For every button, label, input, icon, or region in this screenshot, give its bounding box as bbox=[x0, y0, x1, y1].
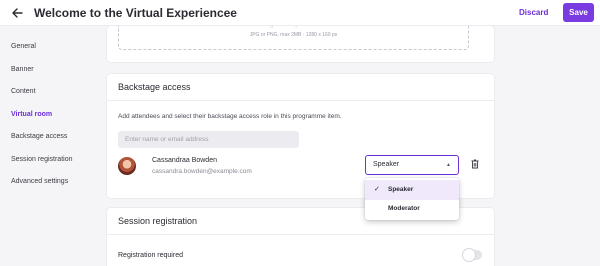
trash-icon[interactable] bbox=[469, 157, 481, 171]
role-option-label: Speaker bbox=[388, 186, 414, 193]
check-icon: ✓ bbox=[374, 186, 380, 193]
sidebar-nav: General Banner Content Virtual room Back… bbox=[0, 26, 100, 266]
attendee-name: Cassandraa Bowden bbox=[152, 157, 217, 164]
card-header: Backstage access bbox=[107, 74, 494, 101]
sidebar-item-virtual-room[interactable]: Virtual room bbox=[11, 111, 52, 118]
page-title: Welcome to the Virtual Experiencee bbox=[34, 6, 237, 20]
sidebar-item-session-registration[interactable]: Session registration bbox=[11, 156, 72, 163]
sidebar-item-advanced-settings[interactable]: Advanced settings bbox=[11, 178, 68, 185]
discard-button[interactable]: Discard bbox=[519, 8, 548, 17]
role-dropdown-menu: ✓ Speaker Moderator bbox=[365, 178, 459, 220]
image-dropzone[interactable]: Drag and drop or browse JPG or PNG, max … bbox=[118, 22, 469, 50]
top-bar: Welcome to the Virtual Experiencee Disca… bbox=[0, 0, 600, 26]
attendee-email: cassandra.bowden@example.com bbox=[152, 168, 252, 175]
save-button[interactable]: Save bbox=[563, 3, 594, 22]
role-option-speaker[interactable]: ✓ Speaker bbox=[365, 180, 459, 200]
role-option-moderator[interactable]: Moderator bbox=[365, 199, 459, 219]
banner-upload-card: Drag and drop or browse JPG or PNG, max … bbox=[107, 22, 494, 62]
sidebar-item-general[interactable]: General bbox=[11, 43, 36, 50]
role-select[interactable]: Speaker ▲ bbox=[365, 155, 459, 175]
registration-required-toggle[interactable] bbox=[463, 249, 482, 261]
sidebar-item-banner[interactable]: Banner bbox=[11, 66, 34, 73]
caret-up-icon: ▲ bbox=[446, 162, 451, 168]
session-registration-title: Session registration bbox=[118, 216, 198, 226]
back-arrow-icon[interactable] bbox=[9, 5, 25, 21]
sidebar-item-backstage-access[interactable]: Backstage access bbox=[11, 133, 67, 140]
registration-required-label: Registration required bbox=[118, 252, 183, 259]
attendee-search-input[interactable] bbox=[118, 131, 299, 148]
role-select-value: Speaker bbox=[373, 161, 400, 168]
avatar bbox=[118, 157, 136, 175]
sidebar-item-content[interactable]: Content bbox=[11, 88, 36, 95]
backstage-description: Add attendees and select their backstage… bbox=[118, 113, 342, 120]
dropzone-hint: JPG or PNG, max 2MB · 1280 x 160 px bbox=[249, 32, 338, 38]
toggle-knob bbox=[463, 249, 475, 261]
backstage-access-title: Backstage access bbox=[118, 82, 191, 92]
role-option-label: Moderator bbox=[388, 205, 420, 212]
